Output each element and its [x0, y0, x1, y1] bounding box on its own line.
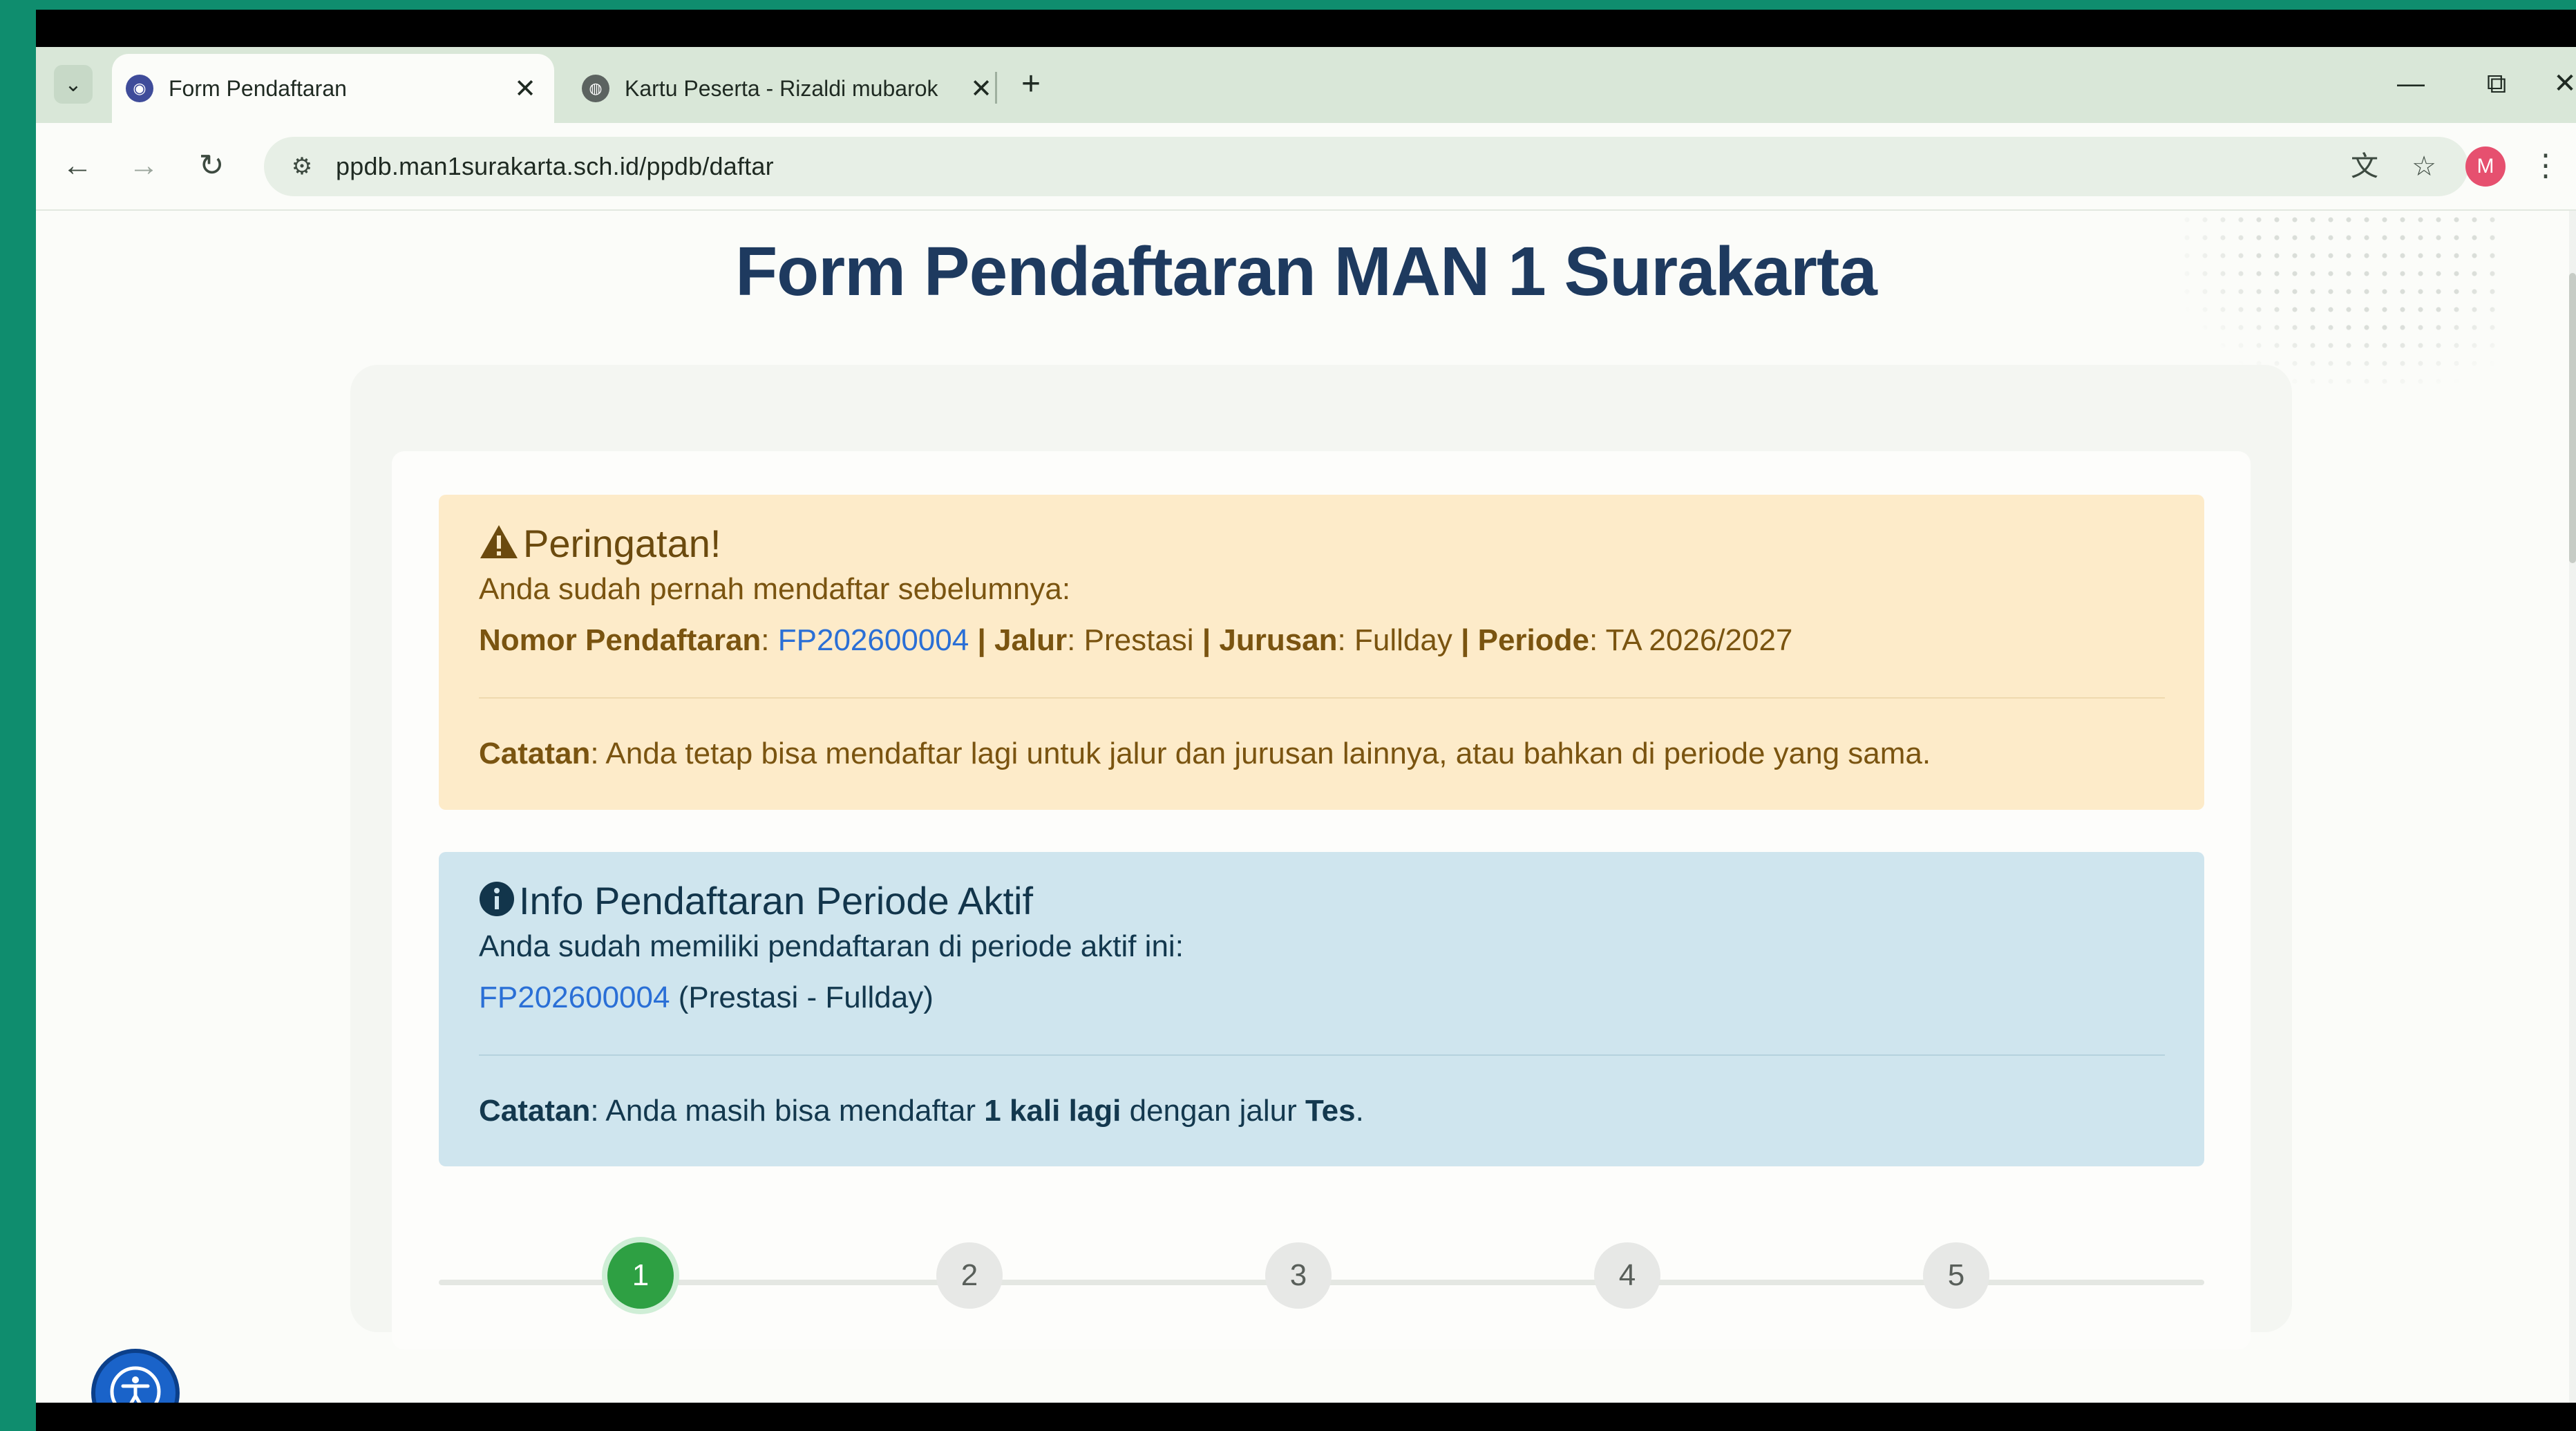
bookmark-star-icon[interactable]: ☆: [2403, 146, 2445, 187]
screen-border-top: [0, 0, 2576, 10]
info-circle-icon: [479, 881, 515, 926]
step-1[interactable]: 1: [607, 1242, 674, 1309]
warning-heading-text: Peringatan!: [523, 522, 721, 565]
info-note: Catatan: Anda masih bisa mendaftar 1 kal…: [479, 1094, 1364, 1128]
note-text: dengan jalur: [1121, 1094, 1306, 1128]
back-button[interactable]: ←: [55, 144, 100, 188]
kebab-menu-icon[interactable]: ⋮: [2530, 144, 2561, 188]
restore-button[interactable]: ⧉: [2465, 59, 2528, 108]
chevron-down-icon: ⌄: [64, 73, 82, 96]
info-alert: Info Pendaftaran Periode Aktif Anda suda…: [439, 852, 2204, 1166]
step-3[interactable]: 3: [1265, 1242, 1332, 1309]
screen-bezel-top: [36, 10, 2576, 47]
tab-separator: [995, 72, 997, 104]
note-text: .: [1355, 1094, 1364, 1128]
tab-title: Kartu Peserta - Rizaldi mubarok: [625, 75, 938, 101]
new-tab-button[interactable]: +: [1010, 64, 1052, 105]
registration-detail: (Prestasi - Fullday): [678, 980, 934, 1014]
step-5[interactable]: 5: [1923, 1242, 1989, 1309]
warning-details: Nomor Pendaftaran: FP202600004 | Jalur: …: [479, 623, 1793, 657]
scrollbar-thumb[interactable]: [2569, 273, 2576, 563]
tab-kartu-peserta[interactable]: ◍ Kartu Peserta - Rizaldi mubarok ✕: [568, 54, 1010, 123]
info-intro: Anda sudah memiliki pendaftaran di perio…: [479, 929, 1184, 963]
note-label: Catatan: [479, 1094, 591, 1128]
tab-strip: ⌄ ◉ Form Pendaftaran ✕ ◍ Kartu Peserta -…: [36, 47, 2576, 123]
arrow-left-icon: ←: [62, 149, 93, 182]
warning-alert: Peringatan! Anda sudah pernah mendaftar …: [439, 495, 2204, 810]
globe-icon: ◍: [582, 75, 609, 102]
note-emphasis: 1 kali lagi: [984, 1094, 1121, 1128]
close-icon[interactable]: ✕: [966, 73, 996, 104]
warning-intro: Anda sudah pernah mendaftar sebelumnya:: [479, 572, 1071, 606]
screen-bezel-bottom: [36, 1403, 2576, 1431]
arrow-right-icon: →: [129, 149, 159, 182]
divider: [479, 697, 2165, 699]
registration-number-link[interactable]: FP202600004: [778, 623, 969, 657]
jurusan-label: Jurusan: [1219, 623, 1338, 657]
browser-window: ⌄ ◉ Form Pendaftaran ✕ ◍ Kartu Peserta -…: [36, 47, 2576, 1403]
minimize-button[interactable]: —: [2380, 59, 2442, 108]
info-heading: Info Pendaftaran Periode Aktif: [479, 878, 1033, 926]
jalur-label: Jalur: [994, 623, 1068, 657]
jurusan-value: Fullday: [1354, 623, 1452, 657]
info-registration: FP202600004 (Prestasi - Fullday): [479, 980, 934, 1015]
close-icon[interactable]: ✕: [510, 73, 540, 104]
tab-search-button[interactable]: ⌄: [54, 65, 93, 104]
warning-triangle-icon: [479, 524, 519, 569]
jalur-value: Prestasi: [1083, 623, 1194, 657]
forward-button[interactable]: →: [122, 144, 166, 188]
nomor-label: Nomor Pendaftaran: [479, 623, 761, 657]
site-settings-icon[interactable]: ⚙: [283, 148, 321, 185]
warning-heading: Peringatan!: [479, 521, 721, 569]
tab-form-pendaftaran[interactable]: ◉ Form Pendaftaran ✕: [112, 54, 554, 123]
page-title: Form Pendaftaran MAN 1 Surakarta: [735, 233, 1877, 310]
tab-title: Form Pendaftaran: [169, 75, 347, 101]
site-favicon-icon: ◉: [126, 75, 153, 102]
accessibility-icon: [109, 1365, 162, 1403]
url-text[interactable]: ppdb.man1surakarta.sch.id/ppdb/daftar: [336, 137, 774, 196]
step-2[interactable]: 2: [936, 1242, 1003, 1309]
browser-toolbar: ← → ↻ ⚙ ppdb.man1surakarta.sch.id/ppdb/d…: [36, 123, 2576, 211]
note-text: Anda tetap bisa mendaftar lagi untuk jal…: [605, 737, 1931, 770]
reload-icon: ↻: [198, 149, 225, 182]
info-heading-text: Info Pendaftaran Periode Aktif: [519, 879, 1034, 922]
note-text: Anda masih bisa mendaftar: [605, 1094, 985, 1128]
divider: [479, 1054, 2165, 1056]
periode-label: Periode: [1477, 623, 1589, 657]
translate-icon[interactable]: 文: [2344, 146, 2385, 187]
reload-button[interactable]: ↻: [189, 144, 234, 188]
close-window-button[interactable]: ✕: [2551, 59, 2576, 108]
periode-value: TA 2026/2027: [1605, 623, 1793, 657]
step-4[interactable]: 4: [1594, 1242, 1660, 1309]
warning-note: Catatan: Anda tetap bisa mendaftar lagi …: [479, 737, 1931, 770]
note-emphasis: Tes: [1305, 1094, 1356, 1128]
address-bar[interactable]: ⚙ ppdb.man1surakarta.sch.id/ppdb/daftar …: [264, 137, 2468, 196]
note-label: Catatan: [479, 737, 591, 770]
profile-avatar[interactable]: M: [2465, 146, 2506, 187]
registration-number-link[interactable]: FP202600004: [479, 980, 670, 1014]
